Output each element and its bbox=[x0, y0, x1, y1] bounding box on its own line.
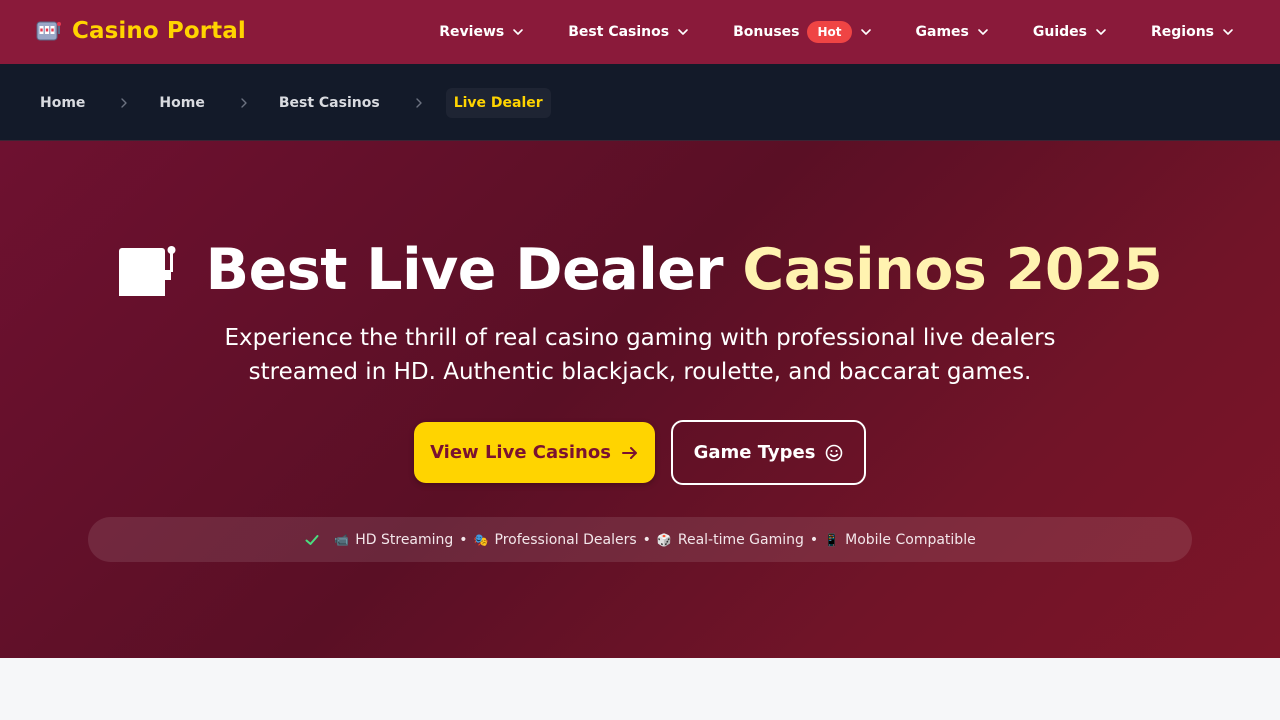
hot-badge: Hot bbox=[807, 21, 852, 43]
hero-title: Best Live Dealer Casinos 2025 bbox=[0, 237, 1280, 303]
slot-machine-icon bbox=[36, 21, 61, 41]
game-types-label: Game Types bbox=[693, 442, 816, 463]
video-camera-icon: 📹 bbox=[334, 532, 350, 547]
nav-item-guides[interactable]: Guides bbox=[1033, 24, 1107, 40]
smile-icon bbox=[826, 444, 843, 461]
features-bar: 📹 HD Streaming • 🎭 Professional Dealers … bbox=[88, 517, 1192, 562]
feature-separator: • bbox=[459, 531, 468, 548]
chevron-right-icon bbox=[241, 97, 247, 108]
main-nav: Reviews Best Casinos Bonuses Hot Games G… bbox=[439, 0, 1234, 64]
view-live-casinos-button[interactable]: View Live Casinos bbox=[414, 422, 655, 483]
dice-icon: 🎲 bbox=[656, 532, 672, 547]
feature-real-time-gaming: 🎲 Real-time Gaming bbox=[657, 532, 804, 548]
game-types-button[interactable]: Game Types bbox=[671, 420, 866, 485]
chevron-down-icon bbox=[513, 29, 524, 35]
chevron-right-icon bbox=[415, 97, 422, 108]
feature-label: Real-time Gaming bbox=[677, 531, 804, 548]
breadcrumb-best-casinos-link[interactable]: Best Casinos bbox=[279, 95, 380, 111]
hero-title-main: Best Live Dealer bbox=[205, 237, 724, 303]
breadcrumb-home-link[interactable]: Home bbox=[40, 95, 85, 111]
theater-masks-icon: 🎭 bbox=[473, 532, 489, 547]
arrow-right-icon bbox=[621, 446, 637, 459]
nav-item-label: Best Casinos bbox=[568, 24, 670, 40]
nav-item-label: Regions bbox=[1150, 24, 1214, 40]
feature-label: Mobile Compatible bbox=[845, 531, 976, 548]
brand-link[interactable]: Casino Portal bbox=[36, 18, 246, 44]
nav-item-games[interactable]: Games bbox=[916, 24, 989, 40]
breadcrumb-bar: Home Home Best Casinos Live Dealer bbox=[0, 64, 1280, 141]
feature-separator: • bbox=[809, 531, 819, 548]
breadcrumb-home-link[interactable]: Home bbox=[159, 95, 204, 111]
breadcrumb-current: Live Dealer bbox=[445, 87, 551, 118]
feature-label: HD Streaming bbox=[355, 531, 454, 548]
hero-title-highlight: Casinos 2025 bbox=[742, 237, 1163, 303]
nav-item-best-casinos[interactable]: Best Casinos bbox=[568, 24, 689, 40]
nav-item-label: Bonuses bbox=[733, 24, 800, 40]
check-icon bbox=[305, 534, 319, 545]
feature-mobile-compatible: 📱 Mobile Compatible bbox=[824, 532, 976, 548]
feature-label: Professional Dealers bbox=[494, 531, 637, 548]
slot-machine-icon bbox=[118, 246, 176, 296]
chevron-down-icon bbox=[1096, 29, 1106, 35]
brand-name: Casino Portal bbox=[72, 18, 246, 44]
feature-hd-streaming: 📹 HD Streaming bbox=[334, 532, 453, 548]
mobile-phone-icon: 📱 bbox=[824, 532, 840, 547]
chevron-down-icon bbox=[978, 29, 988, 35]
breadcrumb: Home Home Best Casinos Live Dealer bbox=[40, 87, 551, 118]
nav-item-reviews[interactable]: Reviews bbox=[439, 24, 524, 40]
hero-section: Best Live Dealer Casinos 2025 Experience… bbox=[0, 141, 1280, 658]
content-area bbox=[0, 658, 1280, 720]
feature-separator: • bbox=[642, 531, 651, 548]
hero-subtitle: Experience the thrill of real casino gam… bbox=[224, 325, 1056, 385]
nav-item-bonuses[interactable]: Bonuses Hot bbox=[733, 21, 871, 43]
chevron-down-icon bbox=[678, 29, 688, 35]
nav-item-label: Reviews bbox=[439, 24, 505, 40]
chevron-down-icon bbox=[1223, 29, 1233, 35]
feature-professional-dealers: 🎭 Professional Dealers bbox=[474, 532, 637, 548]
chevron-down-icon bbox=[860, 29, 871, 35]
top-navbar: Casino Portal Reviews Best Casinos Bonus… bbox=[0, 0, 1280, 64]
chevron-right-icon bbox=[121, 97, 128, 108]
nav-item-label: Guides bbox=[1032, 24, 1087, 40]
view-live-casinos-label: View Live Casinos bbox=[430, 442, 611, 463]
nav-item-regions[interactable]: Regions bbox=[1151, 24, 1234, 40]
nav-item-label: Games bbox=[915, 24, 969, 40]
